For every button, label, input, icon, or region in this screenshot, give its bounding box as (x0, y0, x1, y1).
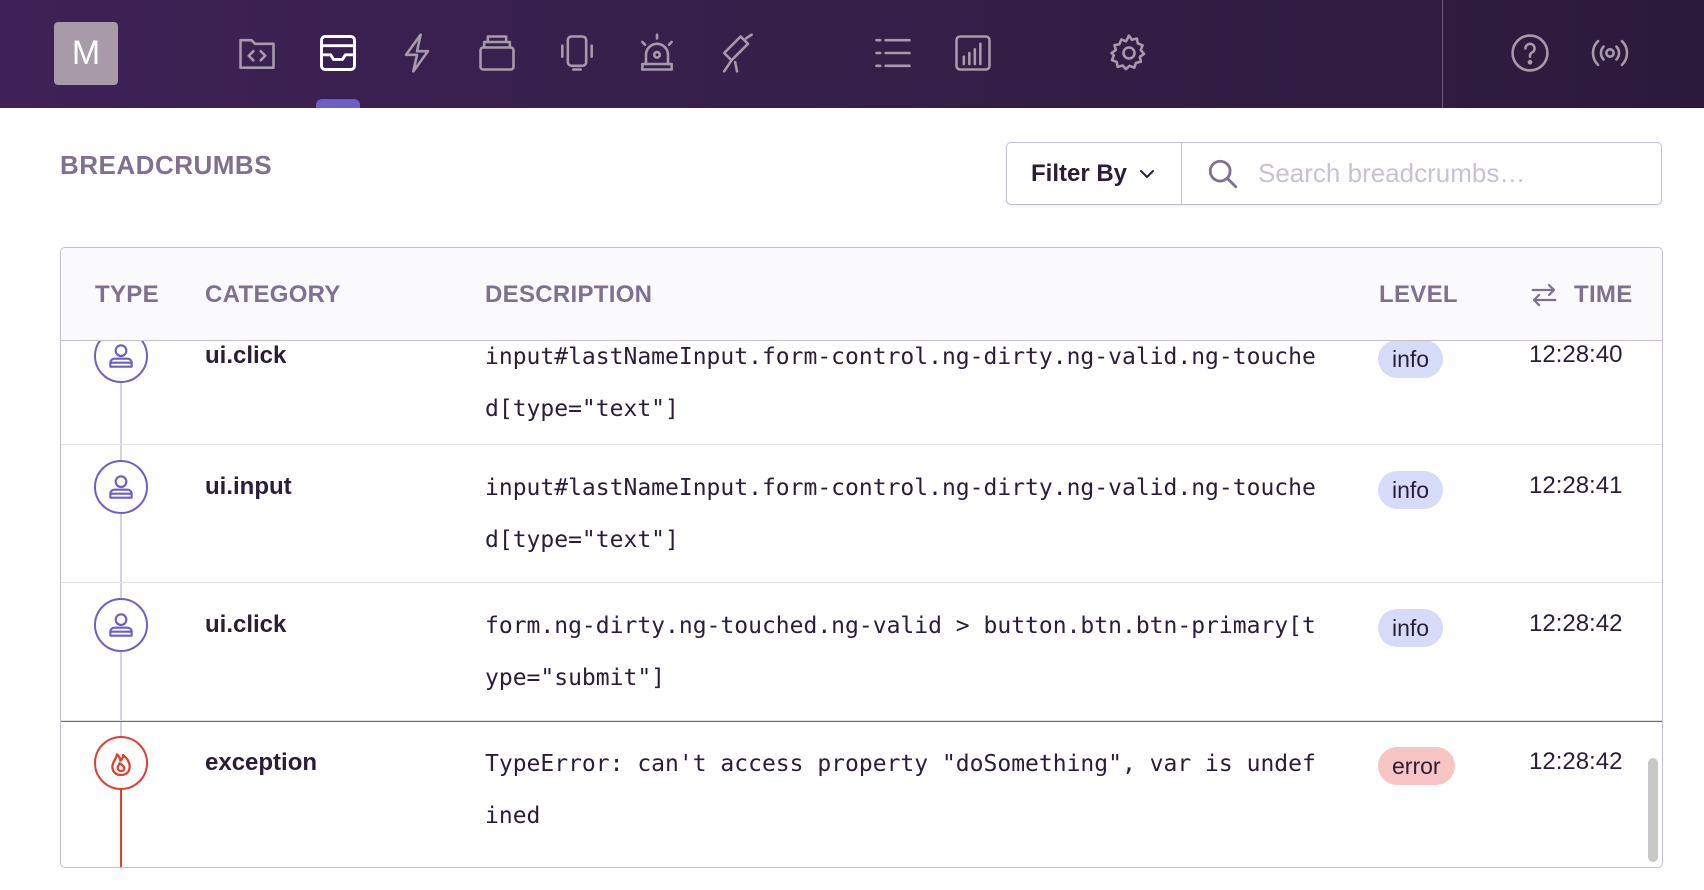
column-header-description: DESCRIPTION (485, 281, 653, 308)
user-icon (94, 598, 148, 652)
column-header-level: LEVEL (1379, 281, 1458, 308)
filter-by-dropdown[interactable]: Filter By (1007, 143, 1182, 204)
description-cell: form.ng-dirty.ng-touched.ng-valid > butt… (485, 613, 1316, 691)
category-cell: exception (205, 749, 318, 776)
user-icon (94, 341, 148, 383)
description-cell: input#lastNameInput.form-control.ng-dirt… (485, 344, 1316, 422)
table-row-error[interactable]: exception TypeError: can't access proper… (61, 721, 1662, 867)
releases-icon[interactable] (473, 29, 521, 77)
help-icon[interactable] (1506, 29, 1554, 77)
category-cell: ui.click (205, 342, 287, 369)
search-wrapper (1182, 143, 1661, 204)
level-badge: info (1378, 471, 1444, 509)
issues-icon[interactable] (314, 29, 362, 77)
level-badge: info (1378, 341, 1444, 378)
discover-icon[interactable] (713, 29, 761, 77)
chevron-down-icon (1140, 169, 1155, 178)
topbar-divider (1442, 0, 1443, 108)
top-navigation-bar: M (0, 0, 1704, 108)
active-tab-indicator (316, 99, 360, 108)
alerts-icon[interactable] (633, 29, 681, 77)
category-cell: ui.click (205, 611, 287, 638)
fire-icon (94, 736, 148, 790)
breadcrumb-filter-bar: Filter By (1006, 142, 1662, 205)
list-icon[interactable] (869, 29, 917, 77)
performance-icon[interactable] (393, 29, 441, 77)
category-cell: ui.input (205, 473, 292, 500)
level-badge: info (1378, 609, 1444, 647)
swap-time-format-icon[interactable] (1529, 280, 1559, 310)
table-row[interactable]: ui.click input#lastNameInput.form-contro… (61, 341, 1662, 445)
column-header-category: CATEGORY (205, 281, 341, 308)
time-cell: 12:28:41 (1529, 472, 1623, 499)
search-icon (1208, 159, 1238, 188)
column-header-time: TIME (1574, 281, 1633, 308)
description-cell: TypeError: can't access property "doSome… (485, 751, 1316, 829)
table-scrollbar[interactable] (1648, 758, 1658, 862)
filter-by-label: Filter By (1030, 159, 1128, 187)
table-header: TYPE CATEGORY DESCRIPTION LEVEL TIME (61, 248, 1662, 341)
broadcast-icon[interactable] (1586, 29, 1634, 77)
code-file-icon[interactable] (233, 29, 281, 77)
time-cell: 12:28:42 (1529, 748, 1623, 775)
breadcrumbs-title: BREADCRUMBS (60, 150, 273, 180)
table-row[interactable]: ui.click form.ng-dirty.ng-touched.ng-val… (61, 583, 1662, 721)
breadcrumb-rows: ui.click input#lastNameInput.form-contro… (61, 341, 1662, 867)
user-feedback-icon[interactable] (553, 29, 601, 77)
time-cell: 12:28:40 (1529, 341, 1623, 368)
user-icon (94, 460, 148, 514)
time-cell: 12:28:42 (1529, 610, 1623, 637)
stats-icon[interactable] (949, 29, 997, 77)
level-badge: error (1378, 747, 1455, 785)
table-row[interactable]: ui.input input#lastNameInput.form-contro… (61, 445, 1662, 583)
description-cell: input#lastNameInput.form-control.ng-dirt… (485, 475, 1316, 553)
settings-icon[interactable] (1105, 29, 1153, 77)
organization-avatar[interactable]: M (54, 22, 118, 85)
breadcrumbs-table: TYPE CATEGORY DESCRIPTION LEVEL TIME ui.… (60, 247, 1663, 868)
search-breadcrumbs-input[interactable] (1258, 158, 1658, 189)
column-header-type: TYPE (95, 281, 159, 308)
